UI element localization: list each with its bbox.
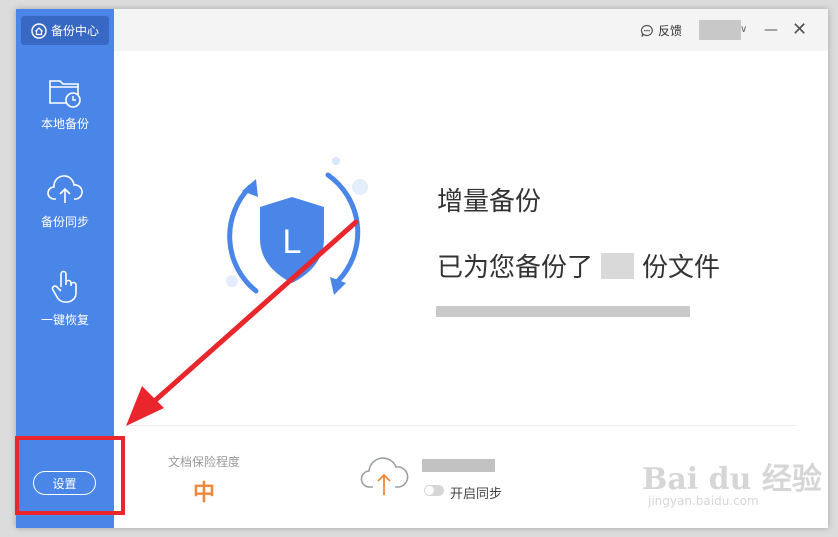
subtitle-suffix: 份文件 [642, 253, 721, 283]
home-icon [31, 22, 47, 39]
sync-account-redacted [422, 459, 495, 472]
cloud-upload-icon [360, 457, 409, 495]
chevron-down-icon[interactable]: ∨ [740, 24, 747, 35]
sidebar-item-label: 一键恢复 [40, 313, 89, 327]
cloud-upload-icon [47, 175, 83, 203]
sync-toggle[interactable] [424, 485, 444, 496]
minimize-button[interactable]: — [764, 22, 778, 38]
shield-sync-illustration: L [226, 157, 368, 295]
title-bar: 反馈 ∨ — ✕ [114, 9, 828, 51]
annotation-highlight-box [15, 436, 125, 515]
file-count-redacted [601, 252, 635, 279]
sidebar-item-backup-sync[interactable]: 备份同步 [16, 173, 114, 253]
sidebar-item-label: 本地备份 [40, 117, 89, 131]
sidebar-item-label: 备份同步 [40, 215, 89, 229]
shield-letter: L [283, 223, 302, 261]
sidebar-item-local-backup[interactable]: 本地备份 [16, 75, 114, 155]
feedback-label: 反馈 [658, 24, 683, 38]
backup-info-redacted [436, 306, 690, 317]
close-button[interactable]: ✕ [792, 19, 807, 40]
hero-subtitle: 已为您备份了 份文件 [437, 247, 720, 284]
hero-title: 增量备份 [437, 187, 542, 217]
feedback-button[interactable]: 反馈 [640, 22, 682, 39]
folder-clock-icon [49, 80, 81, 108]
sync-toggle-label: 开启同步 [450, 487, 503, 502]
brand-title: 备份中心 [50, 24, 99, 38]
chat-bubble-icon [640, 24, 653, 37]
baidu-watermark: Bai du 经验 jingyan.baidu.com [642, 454, 822, 508]
watermark-logo-text: Bai du 经验 [642, 462, 822, 497]
user-account-redacted[interactable] [699, 20, 741, 40]
backup-center-window: 备份中心 本地备份 备份同步 一键恢复 设置 反馈 ∨ — ✕ L 增量备份 已… [16, 9, 828, 528]
brand-badge[interactable]: 备份中心 [21, 16, 109, 45]
footer-divider [126, 425, 796, 426]
protection-level-label: 文档保险程度 [168, 455, 241, 469]
subtitle-prefix: 已为您备份了 [437, 253, 594, 283]
sidebar-item-one-click-restore[interactable]: 一键恢复 [16, 269, 114, 349]
protection-level-value: 中 [193, 481, 216, 506]
hand-pointer-icon [51, 270, 77, 303]
